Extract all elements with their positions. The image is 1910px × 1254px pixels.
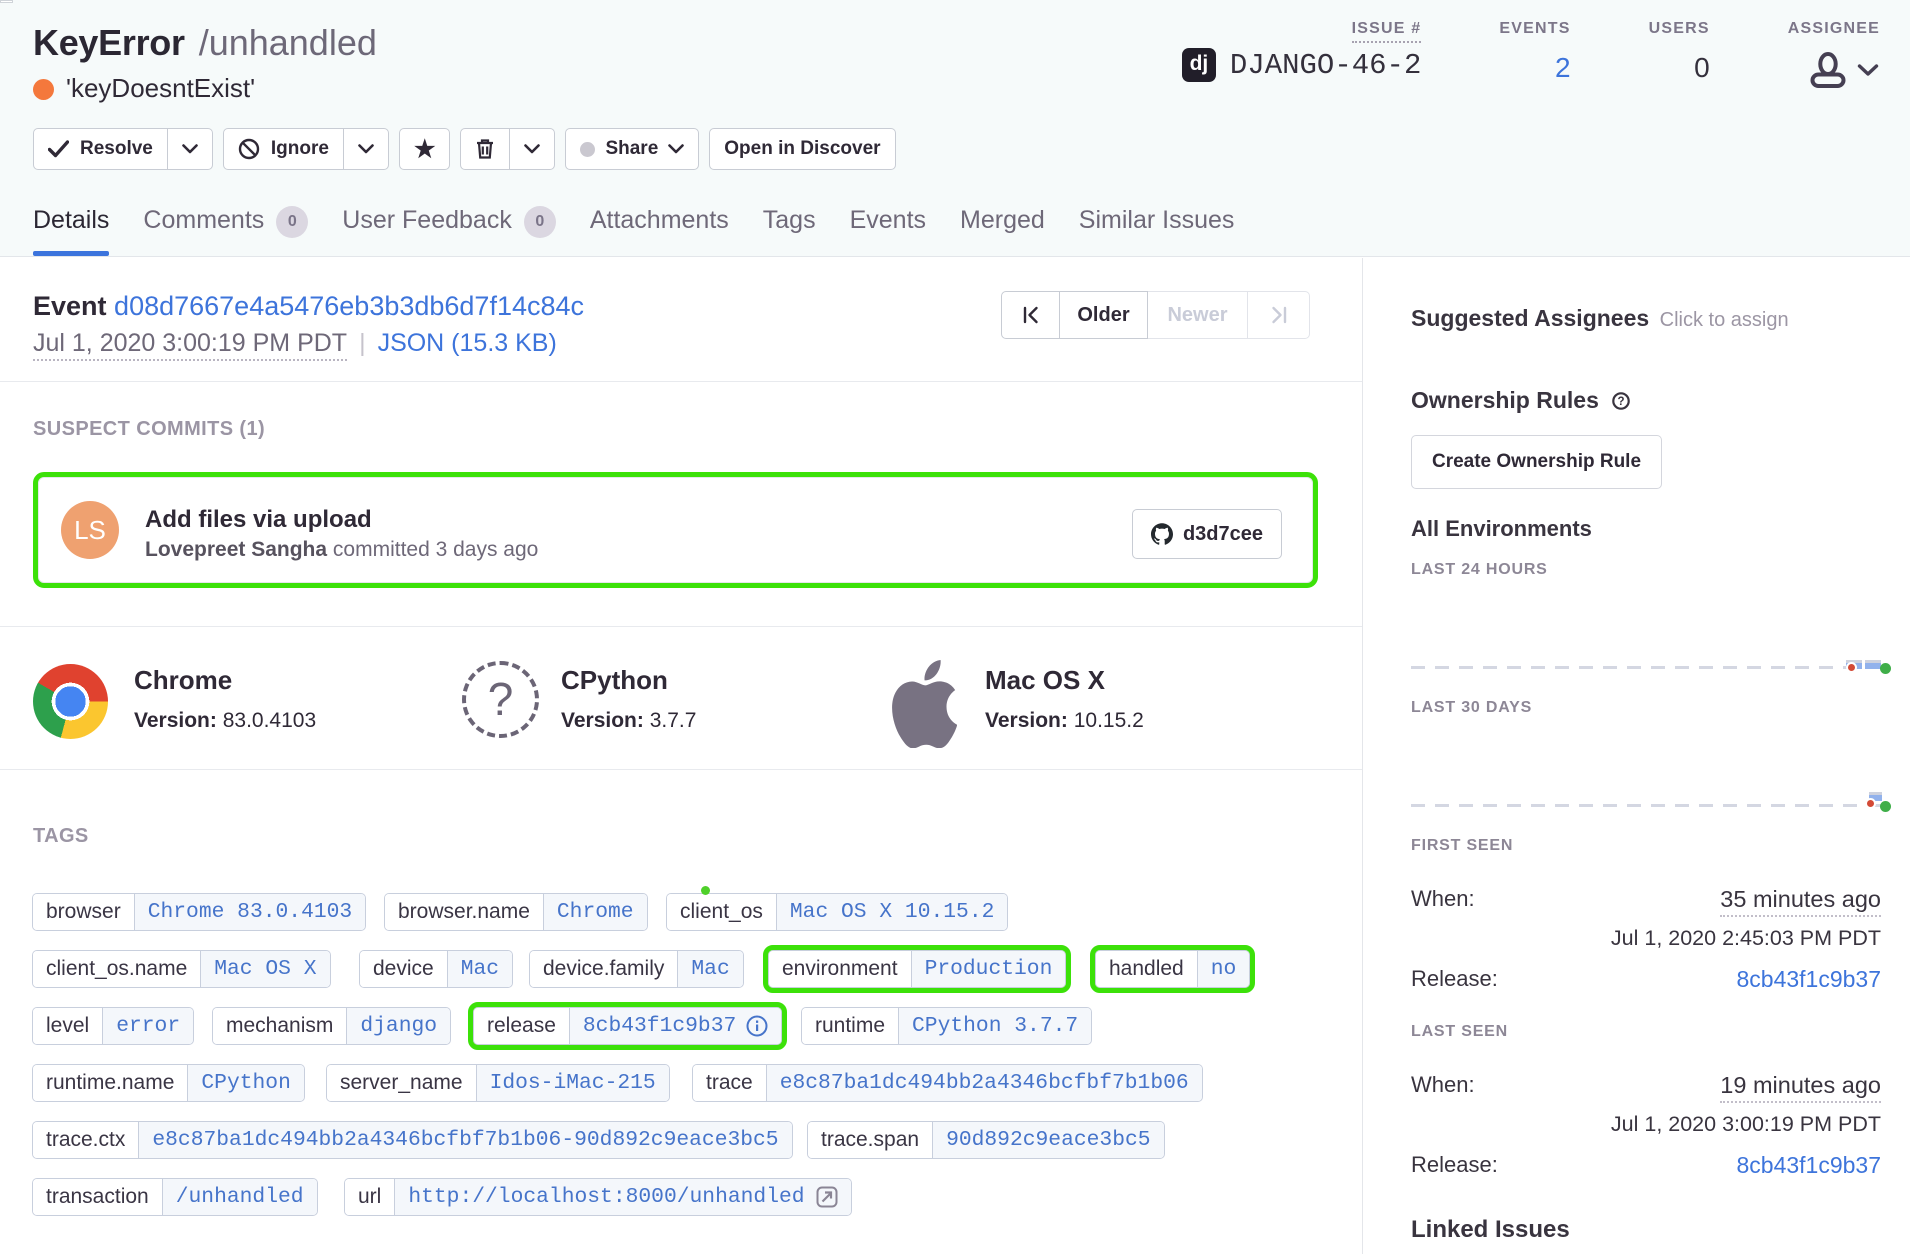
svg-text:?: ? bbox=[1618, 396, 1625, 408]
